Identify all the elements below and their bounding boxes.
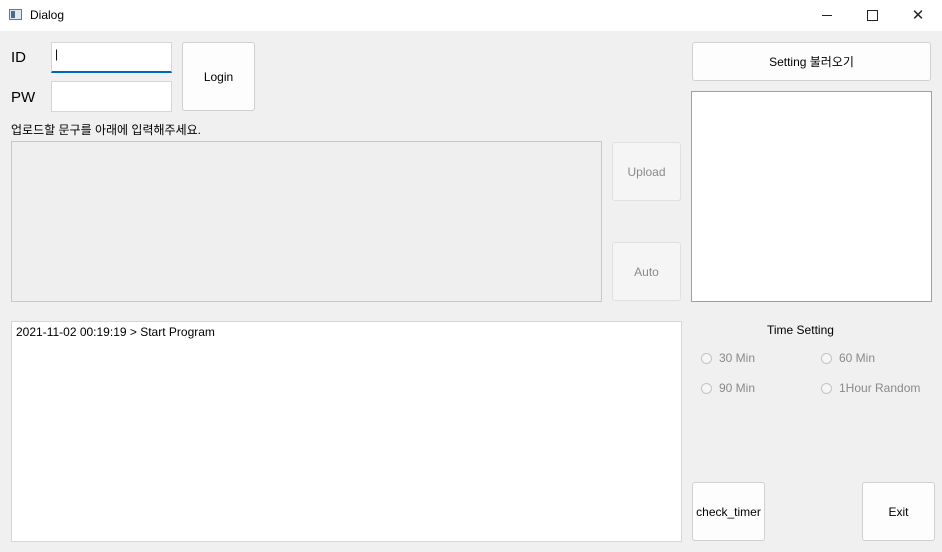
id-label: ID [11,49,26,66]
login-button[interactable]: Login [182,42,255,111]
upload-text-area[interactable] [11,141,602,302]
exit-button[interactable]: Exit [862,482,935,541]
time-setting-label: Time Setting [767,323,834,337]
auto-button[interactable]: Auto [612,242,681,301]
pw-input[interactable] [51,81,172,112]
log-output[interactable]: 2021-11-02 00:19:19 > Start Program [11,321,682,542]
radio-90-min[interactable]: 90 Min [701,381,755,395]
radio-label: 90 Min [719,381,756,395]
app-icon [9,9,22,20]
id-input[interactable]: | [51,42,172,73]
log-line: 2021-11-02 00:19:19 > Start Program [16,325,215,339]
settings-list[interactable] [691,91,932,302]
close-icon: ✕ [911,7,925,24]
title-bar: Dialog ✕ [0,0,942,31]
minimize-button[interactable] [804,0,850,31]
window-title: Dialog [30,8,65,22]
radio-label: 60 Min [839,351,876,365]
load-settings-button[interactable]: Setting 불러오기 [692,42,931,81]
radio-circle-icon [701,382,712,394]
check-timer-button[interactable]: check_timer [692,482,765,541]
radio-label: 30 Min [719,351,756,365]
radio-30-min[interactable]: 30 Min [701,351,755,365]
radio-1hour-random[interactable]: 1Hour Random [821,381,920,395]
pw-label: PW [11,89,36,106]
radio-circle-icon [821,352,832,364]
radio-circle-icon [701,352,712,364]
upload-button[interactable]: Upload [612,142,681,201]
radio-circle-icon [821,382,832,394]
maximize-button[interactable] [849,0,895,31]
upload-instruction: 업로드할 문구를 아래에 입력해주세요. [11,123,201,137]
radio-label: 1Hour Random [839,381,921,395]
radio-60-min[interactable]: 60 Min [821,351,875,365]
maximize-icon [866,10,878,21]
close-button[interactable]: ✕ [895,0,941,31]
minimize-icon [822,15,832,16]
